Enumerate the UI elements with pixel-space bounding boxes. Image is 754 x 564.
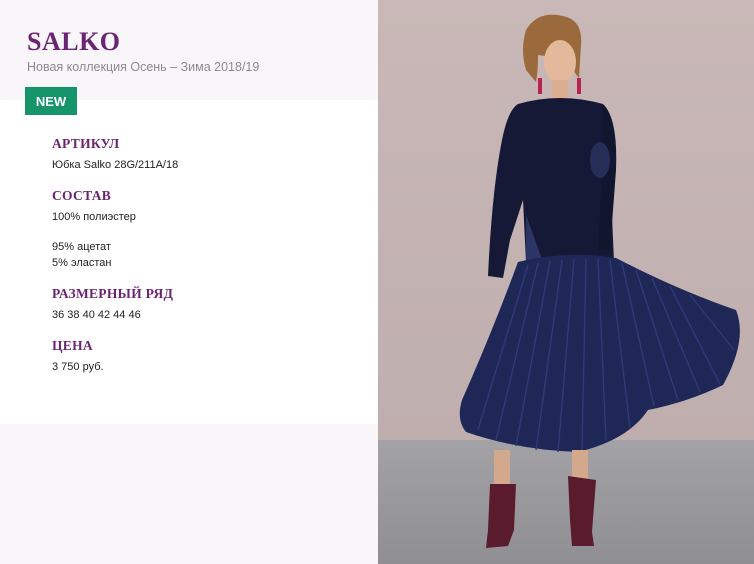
floor [378,440,754,564]
article-value: Юбка Salko 28G/211A/18 [52,159,179,171]
composition-heading: СОСТАВ [52,188,112,203]
model-illustration [378,0,754,564]
product-photo [378,0,754,564]
neck [552,80,568,100]
new-badge: NEW [25,87,77,115]
footer-band [0,424,378,564]
product-info-panel: SALKO Новая коллекция Осень – Зима 2018/… [0,0,378,564]
earring-left [538,78,542,94]
collection-subtitle: Новая коллекция Осень – Зима 2018/19 [27,60,260,74]
sizes-heading: РАЗМЕРНЫЙ РЯД [52,286,174,301]
face [544,40,576,84]
composition-line: 100% полиэстер [52,211,136,223]
boot-right [568,476,596,546]
brand-title: SALKO [27,27,121,56]
composition-line: 5% эластан [52,257,112,269]
price-value: 3 750 руб. [52,361,104,373]
earring-right [577,78,581,94]
article-heading: АРТИКУЛ [52,136,120,151]
sizes-value: 36 38 40 42 44 46 [52,309,141,321]
price-heading: ЦЕНА [52,338,93,353]
sequin-patch-right [590,142,610,178]
velvet-top [488,98,614,278]
composition-line: 95% ацетат [52,241,111,253]
